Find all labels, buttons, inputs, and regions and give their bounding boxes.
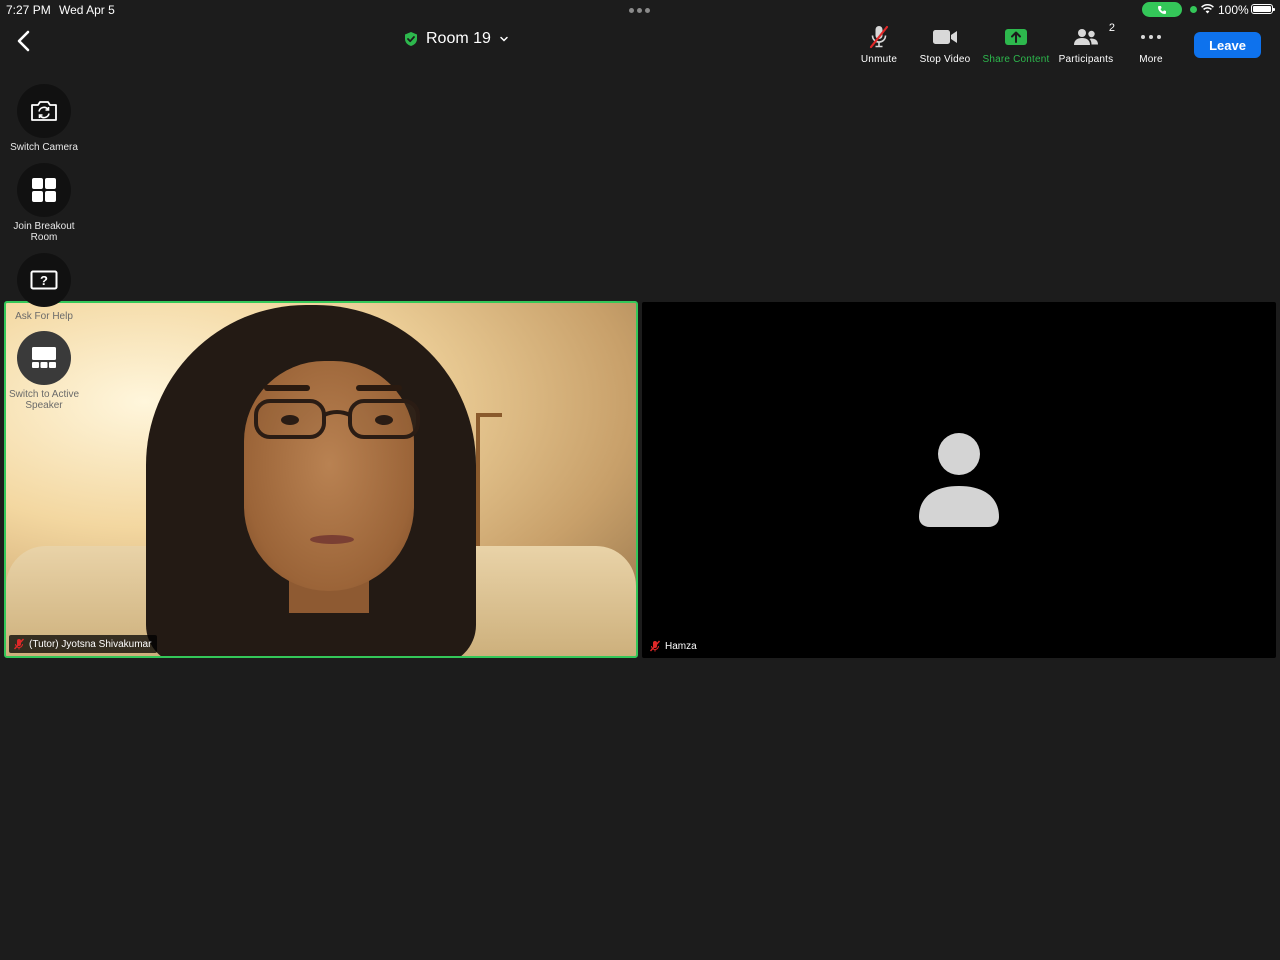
share-content-label: Share Content: [982, 54, 1050, 65]
switch-camera-button[interactable]: Switch Camera: [6, 84, 82, 153]
default-avatar-icon: [919, 433, 999, 527]
multitasking-dots-icon[interactable]: [629, 8, 650, 13]
video-camera-icon: [933, 30, 957, 44]
status-bar: 7:27 PM Wed Apr 5 100%: [0, 0, 1280, 20]
mic-muted-icon: [869, 25, 889, 49]
more-dots-icon: [1141, 35, 1161, 39]
more-button[interactable]: More: [1111, 24, 1191, 65]
meeting-title: Room 19: [426, 30, 491, 47]
back-chevron-icon[interactable]: [12, 28, 36, 54]
join-breakout-room-button[interactable]: Join Breakout Room: [6, 163, 82, 243]
chevron-down-icon: [500, 36, 508, 42]
participant-name-tag: Hamza: [645, 637, 703, 655]
unmute-label: Unmute: [860, 54, 898, 65]
switch-camera-label: Switch Camera: [10, 142, 78, 153]
participants-icon: [1074, 29, 1098, 45]
join-breakout-room-label: Join Breakout Room: [13, 221, 75, 243]
share-arrow-icon: [1005, 29, 1027, 45]
participant-name-tag: (Tutor) Jyotsna Shivakumar: [9, 635, 158, 653]
switch-camera-icon: [31, 101, 57, 121]
ask-for-help-label: Ask For Help: [15, 311, 73, 322]
camera-in-use-indicator: [1190, 6, 1197, 13]
video-tile-hamza[interactable]: Hamza: [642, 302, 1276, 658]
active-speaker-icon: [32, 347, 56, 368]
status-date: Wed Apr 5: [59, 3, 115, 17]
battery-percentage: 100%: [1218, 3, 1249, 17]
battery-icon: [1251, 4, 1275, 14]
switch-to-active-speaker-label: Switch to Active Speaker: [8, 389, 80, 411]
leave-button[interactable]: Leave: [1194, 32, 1261, 58]
active-call-pill[interactable]: [1142, 2, 1182, 17]
stop-video-label: Stop Video: [919, 54, 971, 65]
more-label: More: [1139, 54, 1163, 65]
shield-check-icon: [405, 32, 417, 46]
breakout-grid-icon: [32, 178, 56, 202]
status-time: 7:27 PM: [6, 3, 51, 17]
stop-video-button[interactable]: Stop Video: [905, 24, 985, 65]
switch-to-active-speaker-button[interactable]: Switch to Active Speaker: [6, 331, 82, 411]
meeting-title-dropdown[interactable]: Room 19: [404, 30, 509, 48]
ask-help-icon: ?: [30, 270, 58, 290]
video-tile-tutor[interactable]: (Tutor) Jyotsna Shivakumar: [4, 301, 638, 658]
wifi-icon: [1201, 4, 1214, 14]
phone-icon: [1158, 5, 1166, 14]
participants-label: Participants: [1058, 54, 1114, 65]
mic-muted-icon: [649, 640, 661, 652]
share-content-button[interactable]: Share Content: [976, 24, 1056, 65]
participant-name: (Tutor) Jyotsna Shivakumar: [29, 638, 152, 650]
svg-text:?: ?: [40, 273, 48, 288]
mic-muted-icon: [13, 638, 25, 650]
ask-for-help-button[interactable]: ? Ask For Help: [6, 253, 82, 322]
participant-name: Hamza: [665, 640, 697, 652]
